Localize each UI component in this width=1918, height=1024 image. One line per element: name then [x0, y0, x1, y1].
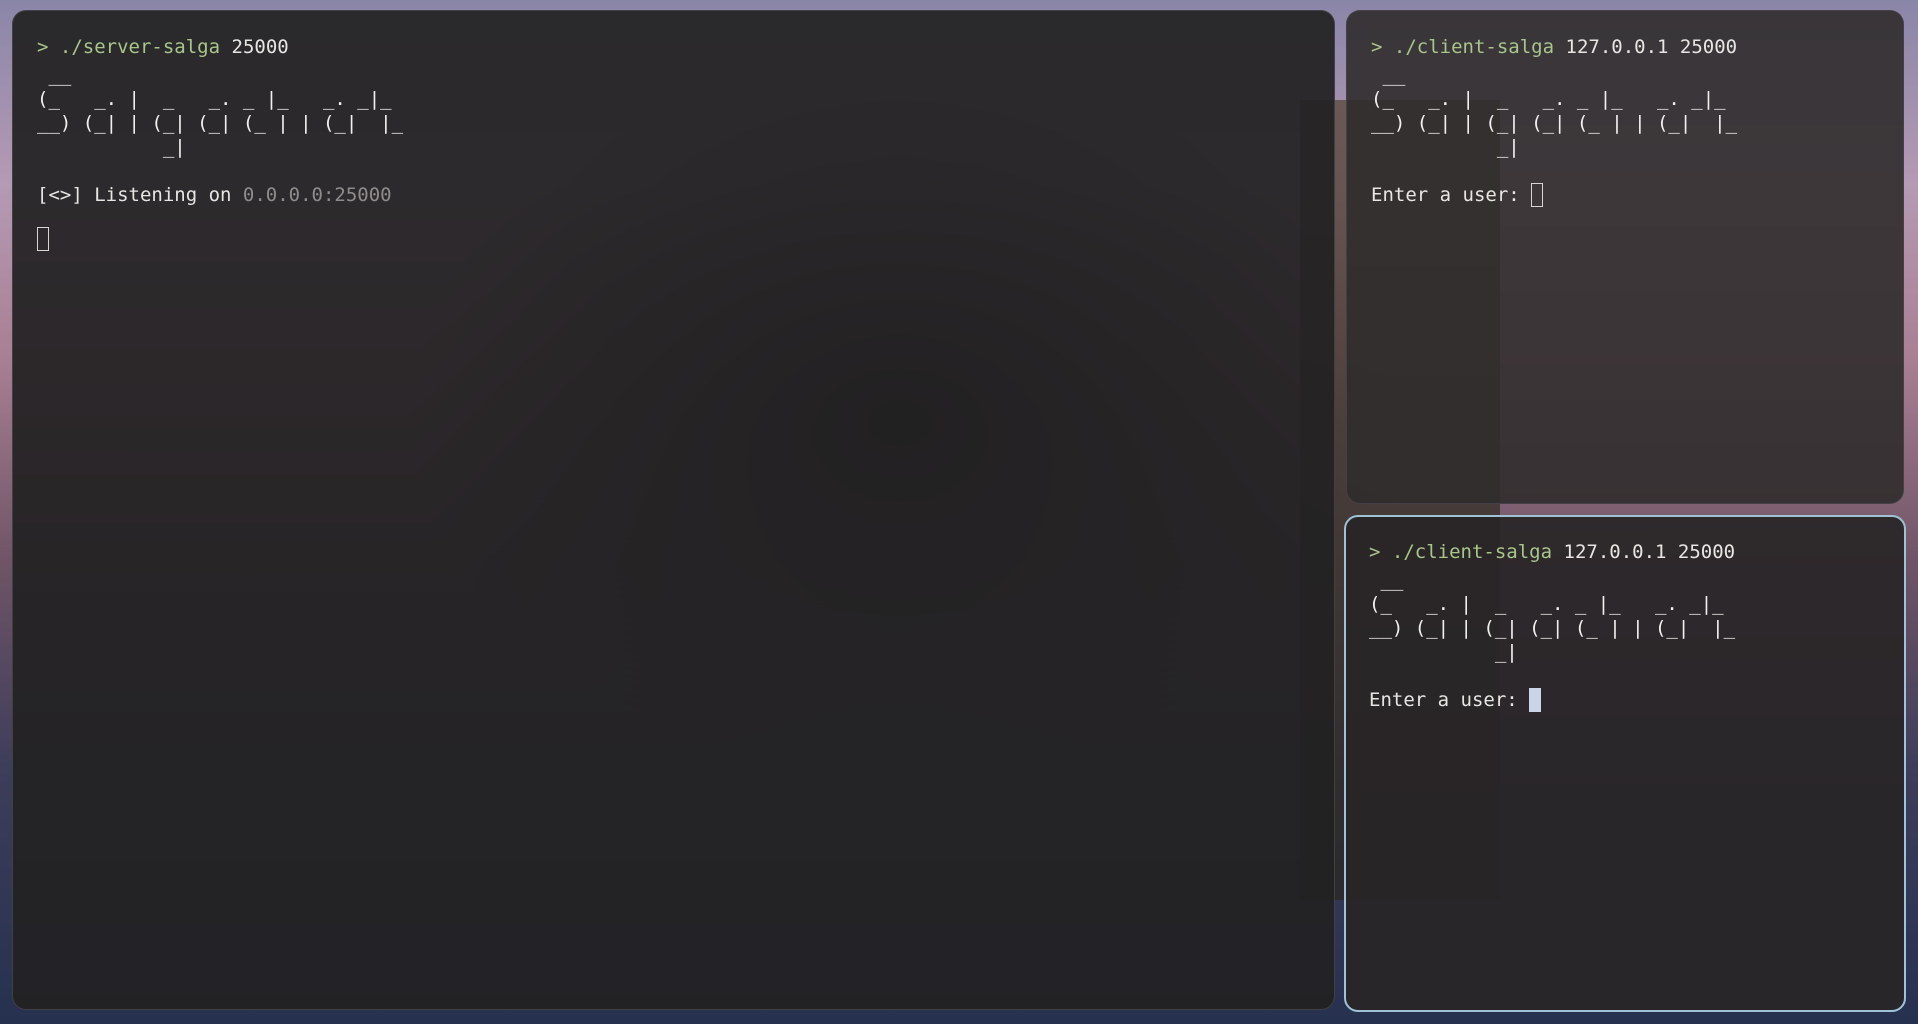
user-input-line[interactable]: Enter a user:: [1371, 183, 1879, 207]
user-input-prompt: Enter a user:: [1369, 689, 1530, 711]
terminal-pane-client-2[interactable]: > ./client-salga 127.0.0.1 25000 __ (_ _…: [1344, 515, 1906, 1012]
terminal-pane-server[interactable]: > ./server-salga 25000 __ (_ _. | _ _. _…: [12, 10, 1335, 1010]
input-line[interactable]: [37, 227, 1310, 251]
status-address: 0.0.0.0:25000: [242, 184, 392, 206]
ascii-banner: __ (_ _. | _ _. _ |_ _. _|_ __) (_| | (_…: [37, 64, 404, 158]
command-line: > ./client-salga 127.0.0.1 25000: [1371, 35, 1879, 59]
prompt-symbol: >: [1369, 541, 1381, 563]
ascii-banner: __ (_ _. | _ _. _ |_ _. _|_ __) (_| | (_…: [1369, 569, 1736, 663]
command-name: ./server-salga: [59, 36, 221, 58]
command-args: 127.0.0.1 25000: [1565, 36, 1738, 58]
command-line: > ./client-salga 127.0.0.1 25000: [1369, 540, 1881, 564]
status-prefix: [<>] Listening on: [37, 184, 243, 206]
command-line: > ./server-salga 25000: [37, 35, 1310, 59]
terminal-cursor: [1531, 183, 1544, 207]
terminal-pane-client-1[interactable]: > ./client-salga 127.0.0.1 25000 __ (_ _…: [1346, 10, 1904, 504]
terminal-cursor: [37, 227, 49, 251]
command-args: 25000: [231, 36, 289, 58]
terminal-cursor: [1529, 688, 1542, 712]
prompt-symbol: >: [37, 36, 49, 58]
ascii-banner: __ (_ _. | _ _. _ |_ _. _|_ __) (_| | (_…: [1371, 64, 1738, 158]
command-args: 127.0.0.1 25000: [1563, 541, 1736, 563]
status-line: [<>] Listening on 0.0.0.0:25000: [37, 183, 1310, 207]
user-input-line[interactable]: Enter a user:: [1369, 688, 1881, 712]
command-name: ./client-salga: [1391, 541, 1553, 563]
prompt-symbol: >: [1371, 36, 1383, 58]
command-name: ./client-salga: [1393, 36, 1555, 58]
user-input-prompt: Enter a user:: [1371, 184, 1532, 206]
